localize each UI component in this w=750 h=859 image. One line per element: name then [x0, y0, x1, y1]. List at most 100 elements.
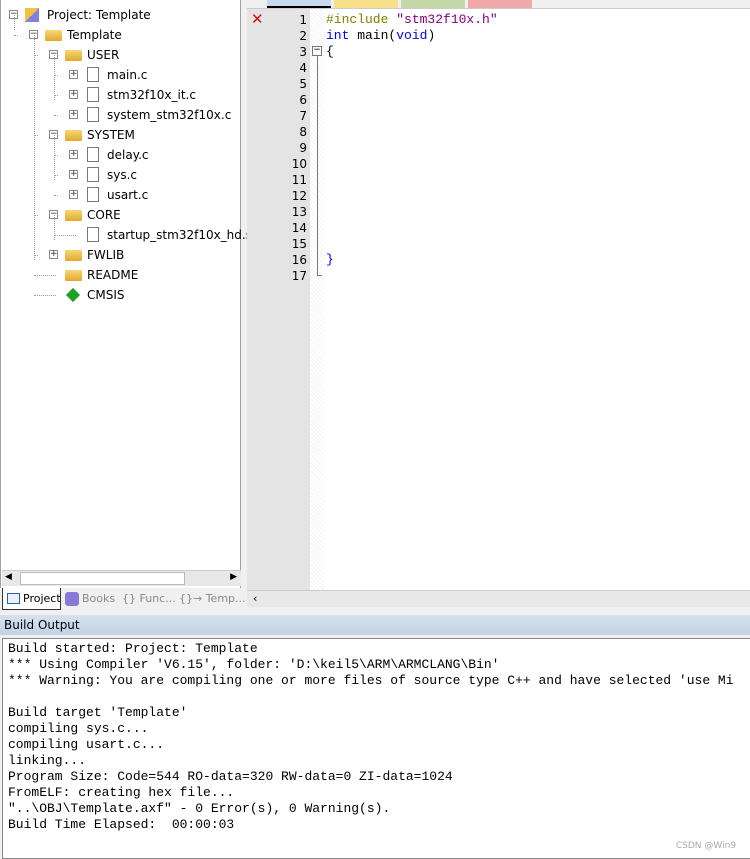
output-line: FromELF: creating hex file... — [8, 785, 235, 800]
code-token: "stm32f10x.h" — [396, 12, 498, 27]
tree-item-label: stm32f10x_it.c — [107, 88, 196, 102]
fold-end — [317, 275, 322, 276]
code-token: { — [326, 44, 334, 59]
scroll-left-icon[interactable]: ‹ — [253, 592, 257, 605]
output-line: compiling usart.c... — [8, 737, 165, 752]
tree-item[interactable]: + FWLIB — [1, 245, 239, 265]
expand-icon[interactable]: + — [69, 170, 78, 179]
tree-item[interactable]: − Project: Template — [1, 5, 239, 25]
line-number: 2 — [299, 29, 307, 43]
code-token: ) — [427, 28, 436, 43]
code-token: #include — [326, 12, 397, 27]
scroll-left-icon[interactable]: ◀ — [5, 572, 12, 582]
file-icon — [87, 147, 99, 162]
editor-tab[interactable] — [401, 0, 465, 8]
expand-icon[interactable]: + — [69, 90, 78, 99]
panel-tabs: Project Books {} Func... {}→ Temp... — [0, 588, 246, 610]
line-number: 12 — [291, 189, 307, 203]
line-number: 4 — [299, 61, 307, 75]
tree-guide — [54, 55, 55, 100]
tree-item[interactable]: − CORE — [1, 205, 239, 225]
tree-connector — [34, 295, 56, 296]
expand-icon[interactable]: + — [69, 110, 78, 119]
code-token: } — [326, 252, 334, 267]
tree-guide — [54, 215, 55, 240]
expand-icon[interactable]: + — [69, 70, 78, 79]
editor-tab[interactable] — [468, 0, 532, 8]
folder-icon — [65, 50, 82, 61]
tab-functions[interactable]: {} Func... — [122, 588, 176, 610]
tree-item[interactable]: + sys.c — [1, 165, 239, 185]
tab-templates[interactable]: {}→ Temp... — [179, 588, 246, 610]
line-number: 14 — [291, 221, 307, 235]
tree-item[interactable]: + usart.c — [1, 185, 239, 205]
tree-connector — [34, 275, 56, 276]
code-editor[interactable]: ✕ − 1 #include "stm32f10x.h" 2 int main(voi… — [247, 8, 750, 590]
line-number: 8 — [299, 125, 307, 139]
line-number: 11 — [291, 173, 307, 187]
tree-item-label: CMSIS — [87, 288, 125, 302]
code-line[interactable]: int main(void) — [326, 28, 435, 44]
code-line[interactable]: } — [326, 252, 334, 268]
line-number: 17 — [291, 269, 307, 283]
file-icon — [87, 107, 99, 122]
tree-item-label: SYSTEM — [87, 128, 135, 142]
fold-line — [317, 56, 318, 275]
tree-item[interactable]: CMSIS — [1, 285, 239, 305]
output-line: "..\OBJ\Template.axf" - 0 Error(s), 0 Wa… — [8, 801, 391, 816]
tree-item[interactable]: README — [1, 265, 239, 285]
tree-item[interactable]: − SYSTEM — [1, 125, 239, 145]
tab-project[interactable]: Project — [2, 588, 61, 610]
build-output-title: Build Output — [0, 615, 750, 635]
tree-item-label: Template — [67, 28, 122, 42]
file-icon — [87, 167, 99, 182]
tree-item-label: Project: Template — [47, 8, 151, 22]
fold-collapse-icon[interactable]: − — [312, 46, 322, 56]
output-line: *** Warning: You are compiling one or mo… — [8, 673, 734, 688]
line-number: 15 — [291, 237, 307, 251]
tree-item[interactable]: + main.c — [1, 65, 239, 85]
line-number: 6 — [299, 93, 307, 107]
expand-icon[interactable]: + — [49, 250, 58, 259]
tree-item-label: system_stm32f10x.c — [107, 108, 232, 122]
books-icon — [65, 592, 79, 606]
tree-connector — [54, 115, 58, 116]
project-panel: − Project: Template − Template − USER + main.c +… — [0, 0, 252, 588]
editor-tab[interactable] — [334, 0, 398, 8]
code-token: main( — [349, 28, 397, 43]
file-icon — [87, 67, 99, 82]
folder-icon — [65, 270, 82, 281]
tree-horizontal-scrollbar[interactable]: ◀ ▶ — [2, 570, 241, 586]
expand-icon[interactable]: + — [69, 190, 78, 199]
editor-tab[interactable] — [267, 0, 331, 8]
tree-item[interactable]: + system_stm32f10x.c — [1, 105, 239, 125]
tree-item[interactable]: + stm32f10x_it.c — [1, 85, 239, 105]
folder-icon — [65, 250, 82, 261]
line-number: 5 — [299, 77, 307, 91]
tree-guide — [54, 135, 55, 180]
tree-item[interactable]: + delay.c — [1, 145, 239, 165]
line-number: 10 — [291, 157, 307, 171]
tree-connector — [54, 235, 76, 236]
project-icon — [7, 593, 20, 604]
tree-item-label: main.c — [107, 68, 148, 82]
tree-item[interactable]: − Template — [1, 25, 239, 45]
tab-books[interactable]: Books — [64, 588, 115, 610]
scroll-right-icon[interactable]: ▶ — [230, 572, 237, 582]
line-number: 9 — [299, 141, 307, 155]
line-number: 1 — [299, 13, 307, 27]
tree-item-label: sys.c — [107, 168, 138, 182]
code-line[interactable]: #include "stm32f10x.h" — [326, 12, 498, 28]
tree-item[interactable]: startup_stm32f10x_hd.s — [1, 225, 252, 245]
folder-icon — [65, 130, 82, 141]
build-output-pane[interactable]: Build started: Project: Template *** Usin… — [2, 638, 750, 859]
code-line[interactable]: { — [326, 44, 334, 60]
file-icon — [87, 187, 99, 202]
expand-icon[interactable]: + — [69, 150, 78, 159]
folder-icon — [65, 210, 82, 221]
tree-item-label: CORE — [87, 208, 121, 222]
tree-connector — [14, 35, 18, 36]
scroll-thumb[interactable] — [20, 572, 185, 585]
editor-horizontal-scrollbar[interactable]: ‹ — [247, 590, 750, 607]
tree-item[interactable]: − USER — [1, 45, 239, 65]
